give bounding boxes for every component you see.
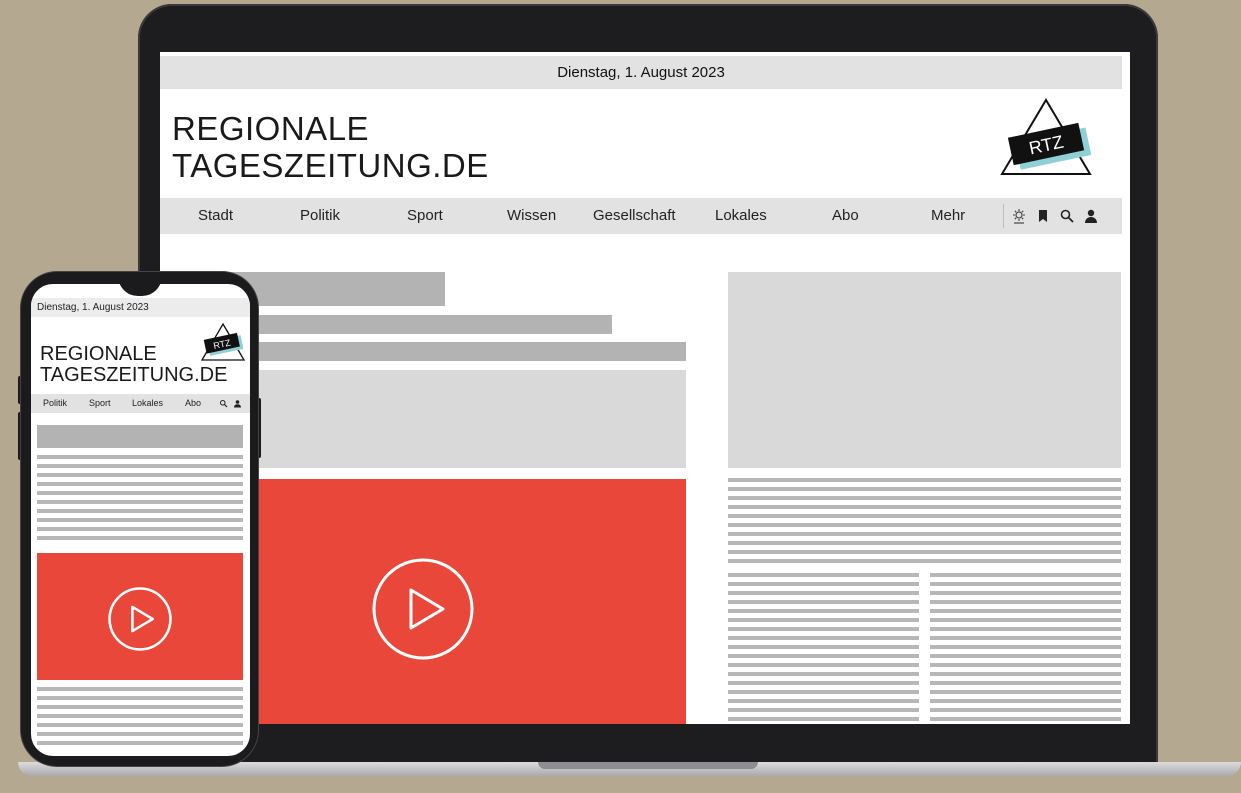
site-title-line1: REGIONALE	[172, 110, 370, 147]
nav-item-stadt[interactable]: Stadt	[198, 198, 233, 234]
nav-item-lokales[interactable]: Lokales	[132, 394, 163, 413]
text-column-placeholder	[930, 573, 1121, 724]
play-icon[interactable]	[371, 557, 475, 661]
date-bar: Dienstag, 1. August 2023	[31, 298, 250, 317]
nav-item-lokales[interactable]: Lokales	[715, 198, 767, 234]
site-title-line2: TAGESZEITUNG.DE	[172, 147, 489, 184]
text-lines-placeholder	[37, 455, 243, 545]
nav-item-sport[interactable]: Sport	[407, 198, 443, 234]
nav-item-politik[interactable]: Politik	[300, 198, 340, 234]
date-text: Dienstag, 1. August 2023	[37, 302, 149, 313]
nav-item-mehr[interactable]: Mehr	[931, 198, 965, 234]
user-icon[interactable]	[233, 399, 242, 408]
main-navigation: Stadt Politik Sport Wissen Gesellschaft …	[160, 198, 1122, 234]
text-lines-placeholder	[728, 478, 1121, 564]
rtz-logo[interactable]: RTZ	[199, 322, 247, 362]
date-bar: Dienstag, 1. August 2023	[160, 56, 1122, 89]
nav-item-gesellschaft[interactable]: Gesellschaft	[593, 198, 676, 234]
main-navigation: Politik Sport Lokales Abo	[31, 394, 250, 413]
site-title[interactable]: REGIONALE TAGESZEITUNG.DE	[172, 110, 489, 184]
play-icon[interactable]	[107, 586, 173, 652]
nav-item-abo[interactable]: Abo	[185, 394, 201, 413]
mobile-website: Dienstag, 1. August 2023 REGIONALE TAGES…	[31, 284, 250, 756]
nav-item-wissen[interactable]: Wissen	[507, 198, 556, 234]
laptop-hinge-notch	[538, 762, 758, 769]
rtz-logo[interactable]: RTZ	[996, 98, 1096, 178]
user-icon[interactable]	[1082, 207, 1100, 225]
bookmark-icon[interactable]	[1034, 207, 1052, 225]
text-lines-placeholder	[37, 687, 243, 747]
weather-icon[interactable]	[1010, 207, 1028, 225]
search-icon[interactable]	[1058, 207, 1076, 225]
date-text: Dienstag, 1. August 2023	[557, 64, 725, 81]
text-column-placeholder	[728, 573, 919, 724]
nav-item-politik[interactable]: Politik	[43, 394, 67, 413]
desktop-website: Dienstag, 1. August 2023 REGIONALE TAGES…	[160, 52, 1130, 724]
image-placeholder	[728, 272, 1121, 468]
video-player[interactable]	[37, 553, 243, 680]
nav-item-sport[interactable]: Sport	[89, 394, 111, 413]
search-icon[interactable]	[219, 399, 228, 408]
site-title-line2: TAGESZEITUNG.DE	[40, 364, 228, 386]
nav-item-abo[interactable]: Abo	[832, 198, 859, 234]
headline-placeholder	[37, 425, 243, 448]
nav-divider	[1003, 204, 1004, 228]
